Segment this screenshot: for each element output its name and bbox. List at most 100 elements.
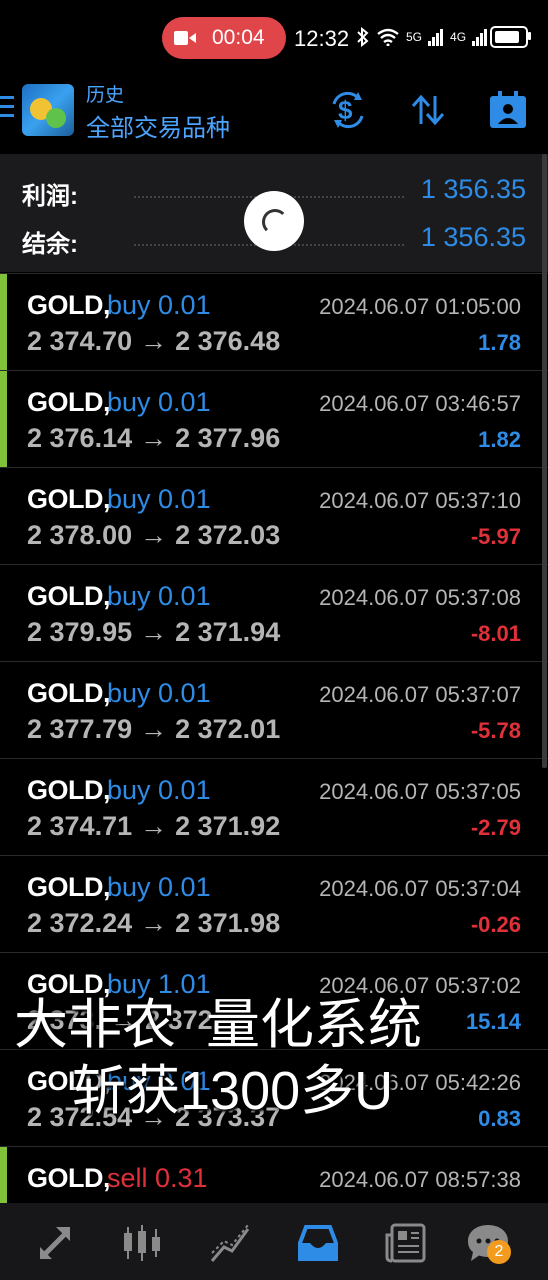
deal-profit: -0.26	[470, 912, 521, 937]
deal-symbol: GOLD,	[27, 387, 111, 417]
status-clock: 12:32	[294, 26, 350, 51]
currency-sync-icon[interactable]: $	[328, 90, 368, 130]
deal-time: 2024.06.07 03:46:57	[319, 391, 521, 416]
deal-prices: 2 374.70 → 2 376.48	[27, 326, 280, 357]
deal-time: 2024.06.07 05:37:08	[319, 585, 521, 610]
arrow-right-icon: →	[140, 617, 168, 647]
arrow-right-icon: →	[140, 520, 168, 550]
deal-row[interactable]: GOLD, buy 0.01 2 374.71 → 2 371.92 2024.06.07…	[0, 758, 548, 855]
trade-icon[interactable]	[34, 1221, 78, 1265]
deal-open-price: 2 376.14	[27, 423, 133, 453]
arrow-right-icon: →	[140, 714, 168, 744]
overlay-caption-line2: 斩获1300多U	[72, 1061, 394, 1121]
bottom-navigation	[0, 1203, 548, 1280]
deal-prices: 2 374.71 → 2 371.92	[27, 811, 280, 842]
deal-symbol: GOLD,	[27, 678, 111, 708]
record-timer: 00:04	[212, 26, 265, 49]
deal-time: 2024.06.07 05:37:05	[319, 779, 521, 804]
deal-row[interactable]: GOLD, buy 0.01 2 379.95 → 2 371.94 2024.06.07…	[0, 564, 548, 661]
chart-line-icon[interactable]	[208, 1221, 252, 1265]
deal-type: buy 0.01	[107, 581, 211, 611]
deal-row[interactable]: GOLD, buy 0.01 2 374.70 → 2 376.48 2024.06.07…	[0, 273, 548, 370]
arrow-right-icon: →	[140, 423, 168, 453]
news-icon[interactable]	[384, 1221, 428, 1265]
deal-symbol: GOLD,	[27, 290, 111, 320]
deal-type: buy 0.01	[107, 678, 211, 708]
deal-close-price: 2 372.03	[175, 520, 281, 550]
deal-row[interactable]: GOLD, buy 0.01 2 377.79 → 2 372.01 2024.06.07…	[0, 661, 548, 758]
deal-type: sell 0.31	[107, 1163, 208, 1193]
deal-row[interactable]: GOLD, buy 0.01 2 378.00 → 2 372.03 2024.06.07…	[0, 467, 548, 564]
deal-profit: -5.97	[470, 524, 521, 549]
status-icons: 5G 4G	[356, 24, 488, 50]
signal-5g-label: 5G	[406, 30, 423, 44]
page-subtitle: 历史	[86, 85, 125, 106]
battery-tip	[528, 32, 531, 40]
deal-type: buy 0.01	[107, 484, 211, 514]
deal-profit: -2.79	[470, 815, 521, 840]
deal-symbol: GOLD,	[27, 872, 111, 902]
deal-open-price: 2 374.70	[27, 326, 133, 356]
deal-open-price: 2 378.00	[27, 520, 133, 550]
deal-profit: 15.14	[465, 1009, 521, 1034]
deal-profit: 1.78	[478, 330, 521, 355]
battery-icon	[490, 26, 528, 48]
bluetooth-icon	[357, 27, 369, 47]
arrow-right-icon: →	[140, 908, 168, 938]
deal-marker-bar	[0, 371, 7, 467]
deal-type: buy 0.01	[107, 290, 211, 320]
deal-prices: 2 377.79 → 2 372.01	[27, 714, 280, 745]
deal-open-price: 2 374.71	[27, 811, 133, 841]
deal-marker-bar	[0, 274, 7, 370]
app-header: 历史 全部交易品种 $	[0, 74, 548, 154]
profit-value: 1 356.35	[420, 174, 526, 204]
signal-bars-icon	[428, 29, 444, 46]
deal-prices: 2 379.95 → 2 371.94	[27, 617, 280, 648]
signal-bars-icon	[472, 29, 488, 46]
deal-time: 2024.06.07 05:37:07	[319, 682, 521, 707]
deal-close-price: 2 371.94	[175, 617, 281, 647]
loading-spinner-icon	[244, 191, 304, 251]
deal-row[interactable]: GOLD, buy 0.01 2 376.14 → 2 377.96 2024.06.07…	[0, 370, 548, 467]
wifi-icon	[377, 28, 399, 46]
deal-row[interactable]: GOLD,sell 0.312 380.00→2 377.002024.06.0…	[0, 1146, 548, 1203]
deal-open-price: 2 372.24	[27, 908, 133, 938]
symbol-filter[interactable]: 全部交易品种	[86, 108, 230, 143]
balance-label: 结余:	[22, 231, 78, 258]
deal-time: 2024.06.07 01:05:00	[319, 294, 521, 319]
arrow-right-icon: →	[140, 326, 168, 356]
deal-close-price: 2 371.92	[175, 811, 281, 841]
deal-profit: -5.78	[470, 718, 521, 743]
calendar-icon[interactable]	[488, 90, 528, 130]
deal-type: buy 0.01	[107, 775, 211, 805]
chat-unread-badge: 2	[487, 1240, 511, 1264]
deal-marker-bar	[0, 1147, 7, 1203]
deal-profit: -8.01	[470, 621, 521, 646]
history-inbox-icon[interactable]	[296, 1221, 340, 1265]
deal-time: 2024.06.07 05:37:04	[319, 876, 521, 901]
deal-prices: 2 372.24 → 2 371.98	[27, 908, 280, 939]
sort-icon[interactable]	[408, 90, 448, 130]
status-bar: 00:04 12:32 5G 4G	[0, 0, 548, 74]
deal-symbol: GOLD,	[27, 484, 111, 514]
deal-time: 2024.06.07 08:57:38	[319, 1167, 521, 1192]
profit-label: 利润:	[22, 183, 78, 210]
deal-profit: 1.82	[478, 427, 521, 452]
deal-symbol: GOLD,	[27, 581, 111, 611]
metatrader-logo	[22, 84, 74, 136]
screen-record-pill[interactable]: 00:04	[162, 17, 286, 59]
scrollbar[interactable]	[542, 154, 547, 768]
deal-prices: 2 378.00 → 2 372.03	[27, 520, 280, 551]
balance-value: 1 356.35	[420, 222, 526, 252]
deal-close-price: 2 376.48	[175, 326, 281, 356]
deal-prices: 2 376.14 → 2 377.96	[27, 423, 280, 454]
deal-type: buy 0.01	[107, 387, 211, 417]
deal-type: buy 0.01	[107, 872, 211, 902]
deal-symbol: GOLD,	[27, 1163, 111, 1193]
arrow-right-icon: →	[140, 811, 168, 841]
menu-icon[interactable]	[0, 96, 14, 124]
chart-candles-icon[interactable]	[120, 1221, 164, 1265]
deal-open-price: 2 379.95	[27, 617, 133, 647]
video-camera-icon	[174, 31, 196, 45]
deal-row[interactable]: GOLD, buy 0.01 2 372.24 → 2 371.98 2024.06.07…	[0, 855, 548, 952]
